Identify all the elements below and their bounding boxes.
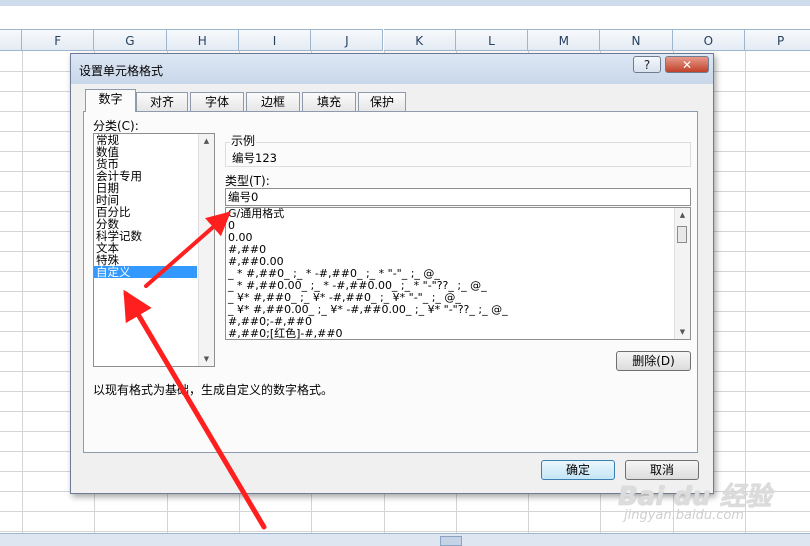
format-item[interactable]: 0.00: [226, 232, 690, 244]
column-header-m[interactable]: M: [528, 29, 601, 51]
grid-column-line: [745, 51, 746, 541]
category-scrollbar[interactable]: ▲ ▼: [198, 134, 214, 366]
dialog-title: 设置单元格格式: [79, 64, 164, 78]
column-header-o[interactable]: O: [672, 29, 745, 51]
format-items: G/通用格式 0 0.00 #,##0 #,##0.00 _ * #,##0_ ;_ * …: [226, 208, 690, 340]
format-cells-dialog: 设置单元格格式 ? ✕ 数字 对齐 字体 边框 填充 保护 分类(C): 常规数…: [70, 53, 714, 494]
category-item[interactable]: 自定义: [94, 266, 197, 278]
watermark-url: jingyan.baidu.com: [624, 508, 744, 523]
format-scrollbar[interactable]: ▲ ▼: [674, 208, 690, 339]
sample-value: 编号123: [232, 151, 277, 165]
column-header-partial: [0, 29, 22, 51]
sample-box: 编号123: [225, 142, 691, 167]
dialog-titlebar[interactable]: 设置单元格格式 ? ✕: [71, 54, 713, 84]
ribbon-edge: [0, 0, 810, 6]
tab-number[interactable]: 数字: [85, 89, 136, 112]
category-list[interactable]: 常规 数值 货币 会计专用 日期 时间 百分比 分数 科学记数 文本 特殊 自定义 ▲ ▼: [93, 133, 215, 367]
type-input[interactable]: 编号0: [225, 188, 691, 206]
ribbon-strip: [0, 0, 810, 29]
tab-protection[interactable]: 保护: [358, 92, 406, 111]
grid-column-line: [22, 51, 23, 541]
scroll-up-icon[interactable]: ▲: [199, 134, 214, 148]
sample-label: 示例: [230, 132, 257, 149]
tab-fill[interactable]: 填充: [302, 92, 356, 111]
type-label: 类型(T):: [225, 174, 270, 188]
column-header-i[interactable]: I: [238, 29, 312, 51]
format-item[interactable]: #,##0;[红色]-#,##0: [226, 328, 690, 340]
column-header-j[interactable]: J: [311, 29, 384, 51]
tab-alignment[interactable]: 对齐: [136, 92, 188, 111]
description-text: 以现有格式为基础，生成自定义的数字格式。: [93, 383, 334, 397]
column-header-f[interactable]: F: [22, 29, 95, 51]
format-item[interactable]: G/通用格式: [226, 208, 690, 220]
column-header-p[interactable]: P: [745, 29, 810, 51]
category-label: 分类(C):: [93, 119, 139, 133]
grid-row-line: [0, 531, 810, 532]
tab-border[interactable]: 边框: [246, 92, 300, 111]
scroll-thumb[interactable]: [677, 226, 687, 243]
close-button[interactable]: ✕: [665, 56, 709, 73]
scroll-up-icon[interactable]: ▲: [675, 208, 690, 222]
delete-button[interactable]: 删除(D): [616, 351, 691, 371]
column-header-g[interactable]: G: [94, 29, 167, 51]
tab-font[interactable]: 字体: [190, 92, 244, 111]
ok-button[interactable]: 确定: [541, 460, 615, 480]
horizontal-scrollbar[interactable]: [0, 533, 810, 546]
format-list[interactable]: G/通用格式 0 0.00 #,##0 #,##0.00 _ * #,##0_ ;_ * …: [225, 207, 691, 340]
format-item[interactable]: #,##0: [226, 244, 690, 256]
baidu-watermark: Bai du 经验 jingyan.baidu.com: [618, 476, 798, 531]
column-header-k[interactable]: K: [383, 29, 456, 51]
help-button[interactable]: ?: [633, 56, 661, 73]
scroll-down-icon[interactable]: ▼: [675, 325, 690, 339]
column-header-h[interactable]: H: [166, 29, 239, 51]
category-items: 常规 数值 货币 会计专用 日期 时间 百分比 分数 科学记数 文本 特殊 自定义: [94, 134, 214, 278]
scroll-down-icon[interactable]: ▼: [199, 352, 214, 366]
column-header-l[interactable]: L: [455, 29, 529, 51]
column-header-n[interactable]: N: [600, 29, 673, 51]
format-item[interactable]: 0: [226, 220, 690, 232]
